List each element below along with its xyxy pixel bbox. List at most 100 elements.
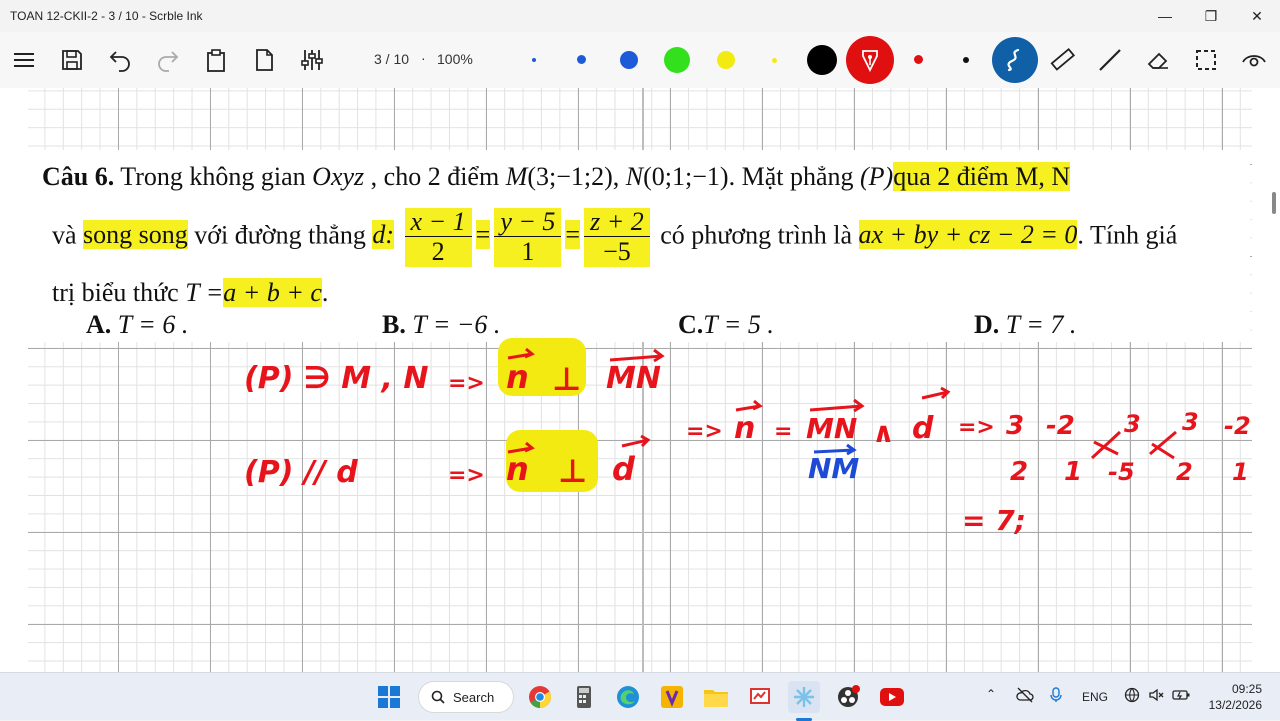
squiggle-icon — [1007, 48, 1020, 72]
ink-implies-2: => — [448, 463, 485, 488]
restore-button[interactable]: ❐ — [1188, 0, 1234, 32]
pen-green-large[interactable] — [664, 47, 690, 73]
redo-icon — [158, 51, 179, 72]
redo-button[interactable] — [152, 44, 184, 76]
pen-blue-medium[interactable] — [620, 51, 638, 69]
ruler-icon — [1050, 47, 1075, 71]
save-button[interactable] — [56, 44, 88, 76]
ink-implies-4: => — [958, 415, 995, 440]
ink-matrix-1a: 1 — [1064, 457, 1082, 487]
page-indicator: 3 / 10 — [374, 51, 410, 67]
vieon-app[interactable] — [656, 681, 688, 713]
freehand-tool-button[interactable] — [992, 37, 1038, 83]
save-icon — [62, 50, 82, 70]
ink-p-parallel-d: (P) // d — [244, 455, 358, 490]
hamburger-icon — [14, 53, 34, 67]
ink-matrix-2a: 2 — [1010, 457, 1028, 487]
view-button[interactable] — [1238, 44, 1270, 76]
ink-vector-arrow-7 — [921, 386, 951, 400]
scrble-app[interactable] — [744, 681, 776, 713]
clock-date: 13/2/2026 — [1208, 698, 1262, 712]
app-tile-icon — [661, 686, 683, 708]
pen-yellow-medium[interactable] — [717, 51, 735, 69]
ink-vector-arrow-6 — [809, 398, 865, 413]
clock-time: 09:25 — [1231, 682, 1262, 696]
new-page-button[interactable] — [248, 44, 280, 76]
handwriting-layer: (P) ∋ M , N => n ⊥ MN (P) // d => n ⊥ d … — [244, 338, 1251, 537]
selection-icon — [1196, 50, 1216, 70]
separator-dot: · — [421, 50, 426, 66]
calculator-app[interactable] — [568, 681, 600, 713]
pen-red-small[interactable] — [914, 55, 923, 64]
obs-icon — [838, 685, 860, 707]
ink-equals: = — [774, 419, 792, 444]
ink-matrix-3c: 3 — [1182, 408, 1199, 436]
zoom-level[interactable]: 100% — [437, 51, 473, 67]
clipboard-icon — [207, 49, 225, 72]
line-icon — [1099, 49, 1121, 71]
network-icon[interactable] — [1124, 687, 1140, 706]
pen-nib-icon — [862, 50, 878, 73]
pen-yellow-tiny[interactable] — [772, 58, 777, 63]
ink-result: = 7; — [962, 504, 1026, 537]
ink-perp-2: ⊥ — [558, 452, 587, 490]
ink-matrix-minus5: -5 — [1108, 458, 1135, 486]
page-icon — [256, 49, 273, 71]
sliders-icon — [301, 50, 323, 70]
edge-app[interactable] — [612, 681, 644, 713]
select-button[interactable] — [1190, 44, 1222, 76]
ink-vector-arrow-2 — [609, 348, 665, 363]
cloud-sync-icon[interactable] — [1016, 687, 1034, 706]
clock[interactable]: 09:25 13/2/2026 — [1209, 681, 1262, 713]
undo-icon — [109, 51, 130, 72]
taskbar: Search ⌃ ENG 09:25 13/2/2026 — [0, 672, 1280, 721]
ink-p-contains-mn: (P) ∋ M , N — [244, 361, 428, 396]
ink-perp-1: ⊥ — [552, 360, 581, 398]
ink-nm-blue: NM — [808, 452, 859, 485]
search-label: Search — [453, 689, 495, 705]
eraser-button[interactable] — [1142, 44, 1174, 76]
ink-canvas[interactable]: Câu 6. Trong không gian Oxyz , cho 2 điể… — [0, 88, 1280, 672]
microphone-icon[interactable] — [1050, 687, 1062, 706]
chrome-app[interactable] — [524, 681, 556, 713]
battery-icon[interactable] — [1172, 687, 1190, 706]
taskbar-search[interactable]: Search — [418, 681, 514, 713]
ink-matrix-minus2b: -2 — [1224, 412, 1251, 440]
chrome-icon — [529, 686, 551, 708]
file-explorer-app[interactable] — [700, 681, 732, 713]
line-tool-button[interactable] — [1094, 44, 1126, 76]
obs-app[interactable] — [832, 681, 864, 713]
volume-muted-icon[interactable] — [1148, 687, 1164, 706]
ink-matrix-3b: 3 — [1124, 410, 1141, 438]
ink-matrix-2b: 2 — [1176, 458, 1193, 486]
undo-button[interactable] — [104, 44, 136, 76]
pen-blue-tiny[interactable] — [532, 58, 536, 62]
pen-red-selected[interactable] — [846, 36, 894, 84]
language-indicator[interactable]: ENG — [1082, 690, 1108, 704]
start-button[interactable] — [373, 681, 405, 713]
ink-implies-1: => — [448, 371, 485, 396]
pen-black-large[interactable] — [807, 45, 837, 75]
settings-button[interactable] — [296, 44, 328, 76]
window-title: TOAN 12-CKII-2 - 3 / 10 - Scrble Ink — [10, 9, 203, 23]
ink-matrix-minus2a: -2 — [1046, 411, 1075, 441]
ink-mn-vector-2: MN — [806, 412, 857, 445]
toolbar — [0, 32, 1280, 88]
ink-n-vector-2: n — [506, 450, 529, 488]
ink-wedge: ∧ — [872, 416, 895, 449]
minimize-button[interactable]: — — [1142, 0, 1188, 32]
ruler-button[interactable] — [1046, 44, 1078, 76]
pen-blue-small[interactable] — [577, 55, 586, 64]
ink-mn-vector: MN — [606, 361, 661, 396]
paste-button[interactable] — [200, 44, 232, 76]
ink-d-vector: d — [612, 450, 636, 488]
eraser-icon — [1147, 52, 1168, 69]
close-button[interactable]: ✕ — [1234, 0, 1280, 32]
menu-button[interactable] — [8, 44, 40, 76]
active-app[interactable] — [788, 681, 820, 713]
tray-overflow-icon[interactable]: ⌃ — [986, 687, 996, 701]
calculator-icon — [577, 686, 591, 708]
pen-black-tiny[interactable] — [963, 57, 969, 63]
ink-vector-arrow-4 — [621, 434, 651, 448]
youtube-app[interactable] — [876, 681, 908, 713]
